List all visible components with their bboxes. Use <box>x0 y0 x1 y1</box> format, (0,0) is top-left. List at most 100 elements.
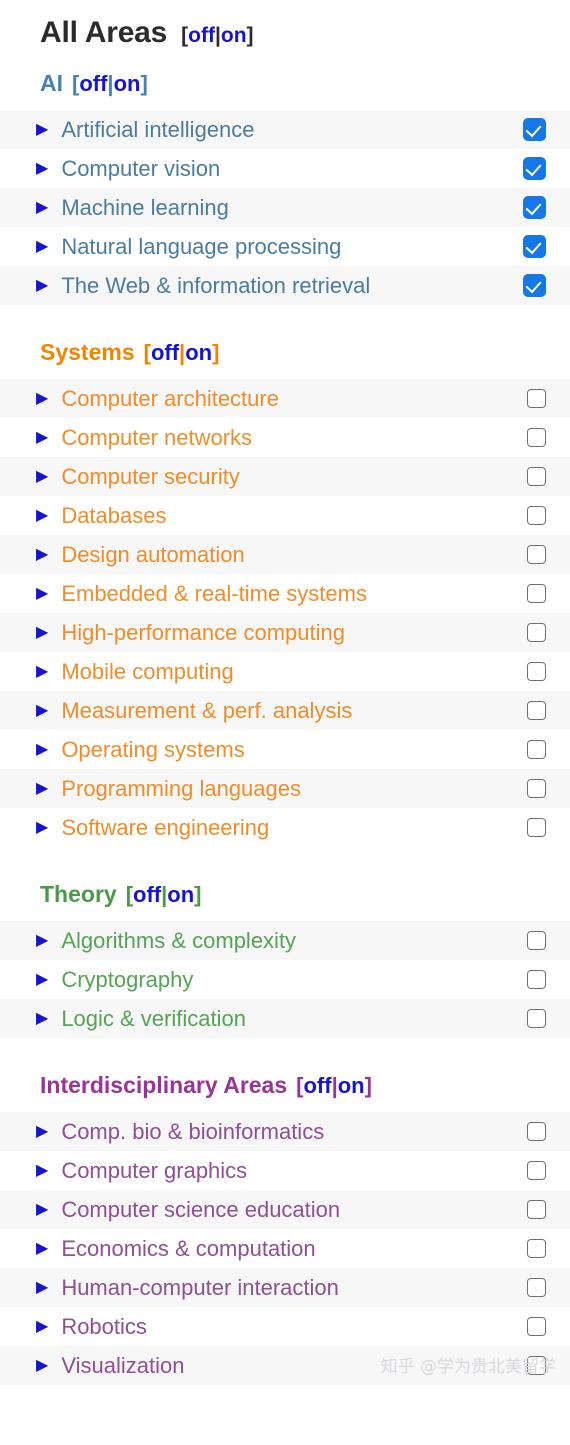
area-checkbox[interactable] <box>527 584 546 603</box>
area-checkbox[interactable] <box>523 235 546 258</box>
area-label[interactable]: Computer networks <box>61 425 527 451</box>
expand-triangle-icon[interactable]: ▶ <box>36 971 48 988</box>
area-checkbox[interactable] <box>527 1317 546 1336</box>
area-label[interactable]: Logic & verification <box>61 1006 527 1032</box>
section-off-link[interactable]: off <box>133 882 161 907</box>
area-label[interactable]: Computer security <box>61 464 527 490</box>
area-checkbox[interactable] <box>527 428 546 447</box>
area-row[interactable]: ▶ Software engineering <box>0 808 570 847</box>
expand-triangle-icon[interactable]: ▶ <box>36 277 48 294</box>
expand-triangle-icon[interactable]: ▶ <box>36 507 48 524</box>
expand-triangle-icon[interactable]: ▶ <box>36 429 48 446</box>
area-label[interactable]: Machine learning <box>61 195 523 221</box>
area-row[interactable]: ▶ Human-computer interaction <box>0 1268 570 1307</box>
section-on-link[interactable]: on <box>167 882 194 907</box>
area-checkbox[interactable] <box>527 1356 546 1375</box>
area-label[interactable]: Cryptography <box>61 967 527 993</box>
area-label[interactable]: Computer architecture <box>61 386 527 412</box>
area-row[interactable]: ▶ Computer vision <box>0 149 570 188</box>
expand-triangle-icon[interactable]: ▶ <box>36 1318 48 1335</box>
area-row[interactable]: ▶ Programming languages <box>0 769 570 808</box>
expand-triangle-icon[interactable]: ▶ <box>36 585 48 602</box>
area-label[interactable]: Computer vision <box>61 156 523 182</box>
area-label[interactable]: Embedded & real-time systems <box>61 581 527 607</box>
area-row[interactable]: ▶ Comp. bio & bioinformatics <box>0 1112 570 1151</box>
area-label[interactable]: Natural language processing <box>61 234 523 260</box>
expand-triangle-icon[interactable]: ▶ <box>36 624 48 641</box>
area-checkbox[interactable] <box>527 818 546 837</box>
area-checkbox[interactable] <box>527 1278 546 1297</box>
area-label[interactable]: Software engineering <box>61 815 527 841</box>
expand-triangle-icon[interactable]: ▶ <box>36 1240 48 1257</box>
area-row[interactable]: ▶ Design automation <box>0 535 570 574</box>
expand-triangle-icon[interactable]: ▶ <box>36 238 48 255</box>
area-checkbox[interactable] <box>527 1239 546 1258</box>
area-checkbox[interactable] <box>527 701 546 720</box>
expand-triangle-icon[interactable]: ▶ <box>36 1162 48 1179</box>
expand-triangle-icon[interactable]: ▶ <box>36 780 48 797</box>
area-label[interactable]: Comp. bio & bioinformatics <box>61 1119 527 1145</box>
area-row[interactable]: ▶ Computer networks <box>0 418 570 457</box>
expand-triangle-icon[interactable]: ▶ <box>36 702 48 719</box>
area-row[interactable]: ▶ Measurement & perf. analysis <box>0 691 570 730</box>
expand-triangle-icon[interactable]: ▶ <box>36 199 48 216</box>
area-label[interactable]: Design automation <box>61 542 527 568</box>
area-checkbox[interactable] <box>527 662 546 681</box>
area-row[interactable]: ▶ Computer security <box>0 457 570 496</box>
area-checkbox[interactable] <box>527 467 546 486</box>
area-checkbox[interactable] <box>523 118 546 141</box>
area-label[interactable]: Artificial intelligence <box>61 117 523 143</box>
expand-triangle-icon[interactable]: ▶ <box>36 468 48 485</box>
area-label[interactable]: Computer graphics <box>61 1158 527 1184</box>
area-label[interactable]: Robotics <box>61 1314 527 1340</box>
section-on-link[interactable]: on <box>185 340 212 365</box>
area-checkbox[interactable] <box>527 1200 546 1219</box>
area-row[interactable]: ▶ Embedded & real-time systems <box>0 574 570 613</box>
area-label[interactable]: Programming languages <box>61 776 527 802</box>
expand-triangle-icon[interactable]: ▶ <box>36 390 48 407</box>
expand-triangle-icon[interactable]: ▶ <box>36 121 48 138</box>
area-checkbox[interactable] <box>523 196 546 219</box>
area-row[interactable]: ▶ Computer architecture <box>0 379 570 418</box>
area-row[interactable]: ▶ Artificial intelligence <box>0 110 570 149</box>
area-row[interactable]: ▶ Mobile computing <box>0 652 570 691</box>
expand-triangle-icon[interactable]: ▶ <box>36 1123 48 1140</box>
area-row[interactable]: ▶ Cryptography <box>0 960 570 999</box>
area-label[interactable]: Measurement & perf. analysis <box>61 698 527 724</box>
area-checkbox[interactable] <box>527 1122 546 1141</box>
expand-triangle-icon[interactable]: ▶ <box>36 741 48 758</box>
expand-triangle-icon[interactable]: ▶ <box>36 819 48 836</box>
area-checkbox[interactable] <box>527 931 546 950</box>
area-row[interactable]: ▶ Computer graphics <box>0 1151 570 1190</box>
area-row[interactable]: ▶ Robotics <box>0 1307 570 1346</box>
area-checkbox[interactable] <box>527 970 546 989</box>
area-checkbox[interactable] <box>527 506 546 525</box>
area-checkbox[interactable] <box>527 389 546 408</box>
area-label[interactable]: The Web & information retrieval <box>61 273 523 299</box>
area-label[interactable]: High-performance computing <box>61 620 527 646</box>
area-checkbox[interactable] <box>527 623 546 642</box>
area-label[interactable]: Computer science education <box>61 1197 527 1223</box>
area-label[interactable]: Visualization <box>61 1353 527 1379</box>
area-row[interactable]: ▶ Economics & computation <box>0 1229 570 1268</box>
area-label[interactable]: Algorithms & complexity <box>61 928 527 954</box>
area-checkbox[interactable] <box>523 274 546 297</box>
area-row[interactable]: ▶ The Web & information retrieval <box>0 266 570 305</box>
area-label[interactable]: Operating systems <box>61 737 527 763</box>
expand-triangle-icon[interactable]: ▶ <box>36 546 48 563</box>
section-on-link[interactable]: on <box>338 1073 365 1098</box>
area-row[interactable]: ▶ Visualization <box>0 1346 570 1385</box>
area-row[interactable]: ▶ Algorithms & complexity <box>0 921 570 960</box>
expand-triangle-icon[interactable]: ▶ <box>36 663 48 680</box>
area-checkbox[interactable] <box>523 157 546 180</box>
section-off-link[interactable]: off <box>303 1073 331 1098</box>
expand-triangle-icon[interactable]: ▶ <box>36 160 48 177</box>
area-row[interactable]: ▶ Machine learning <box>0 188 570 227</box>
area-checkbox[interactable] <box>527 740 546 759</box>
section-off-link[interactable]: off <box>151 340 179 365</box>
expand-triangle-icon[interactable]: ▶ <box>36 932 48 949</box>
expand-triangle-icon[interactable]: ▶ <box>36 1357 48 1374</box>
expand-triangle-icon[interactable]: ▶ <box>36 1201 48 1218</box>
section-on-link[interactable]: on <box>114 71 141 96</box>
all-areas-off-link[interactable]: off <box>188 24 215 47</box>
